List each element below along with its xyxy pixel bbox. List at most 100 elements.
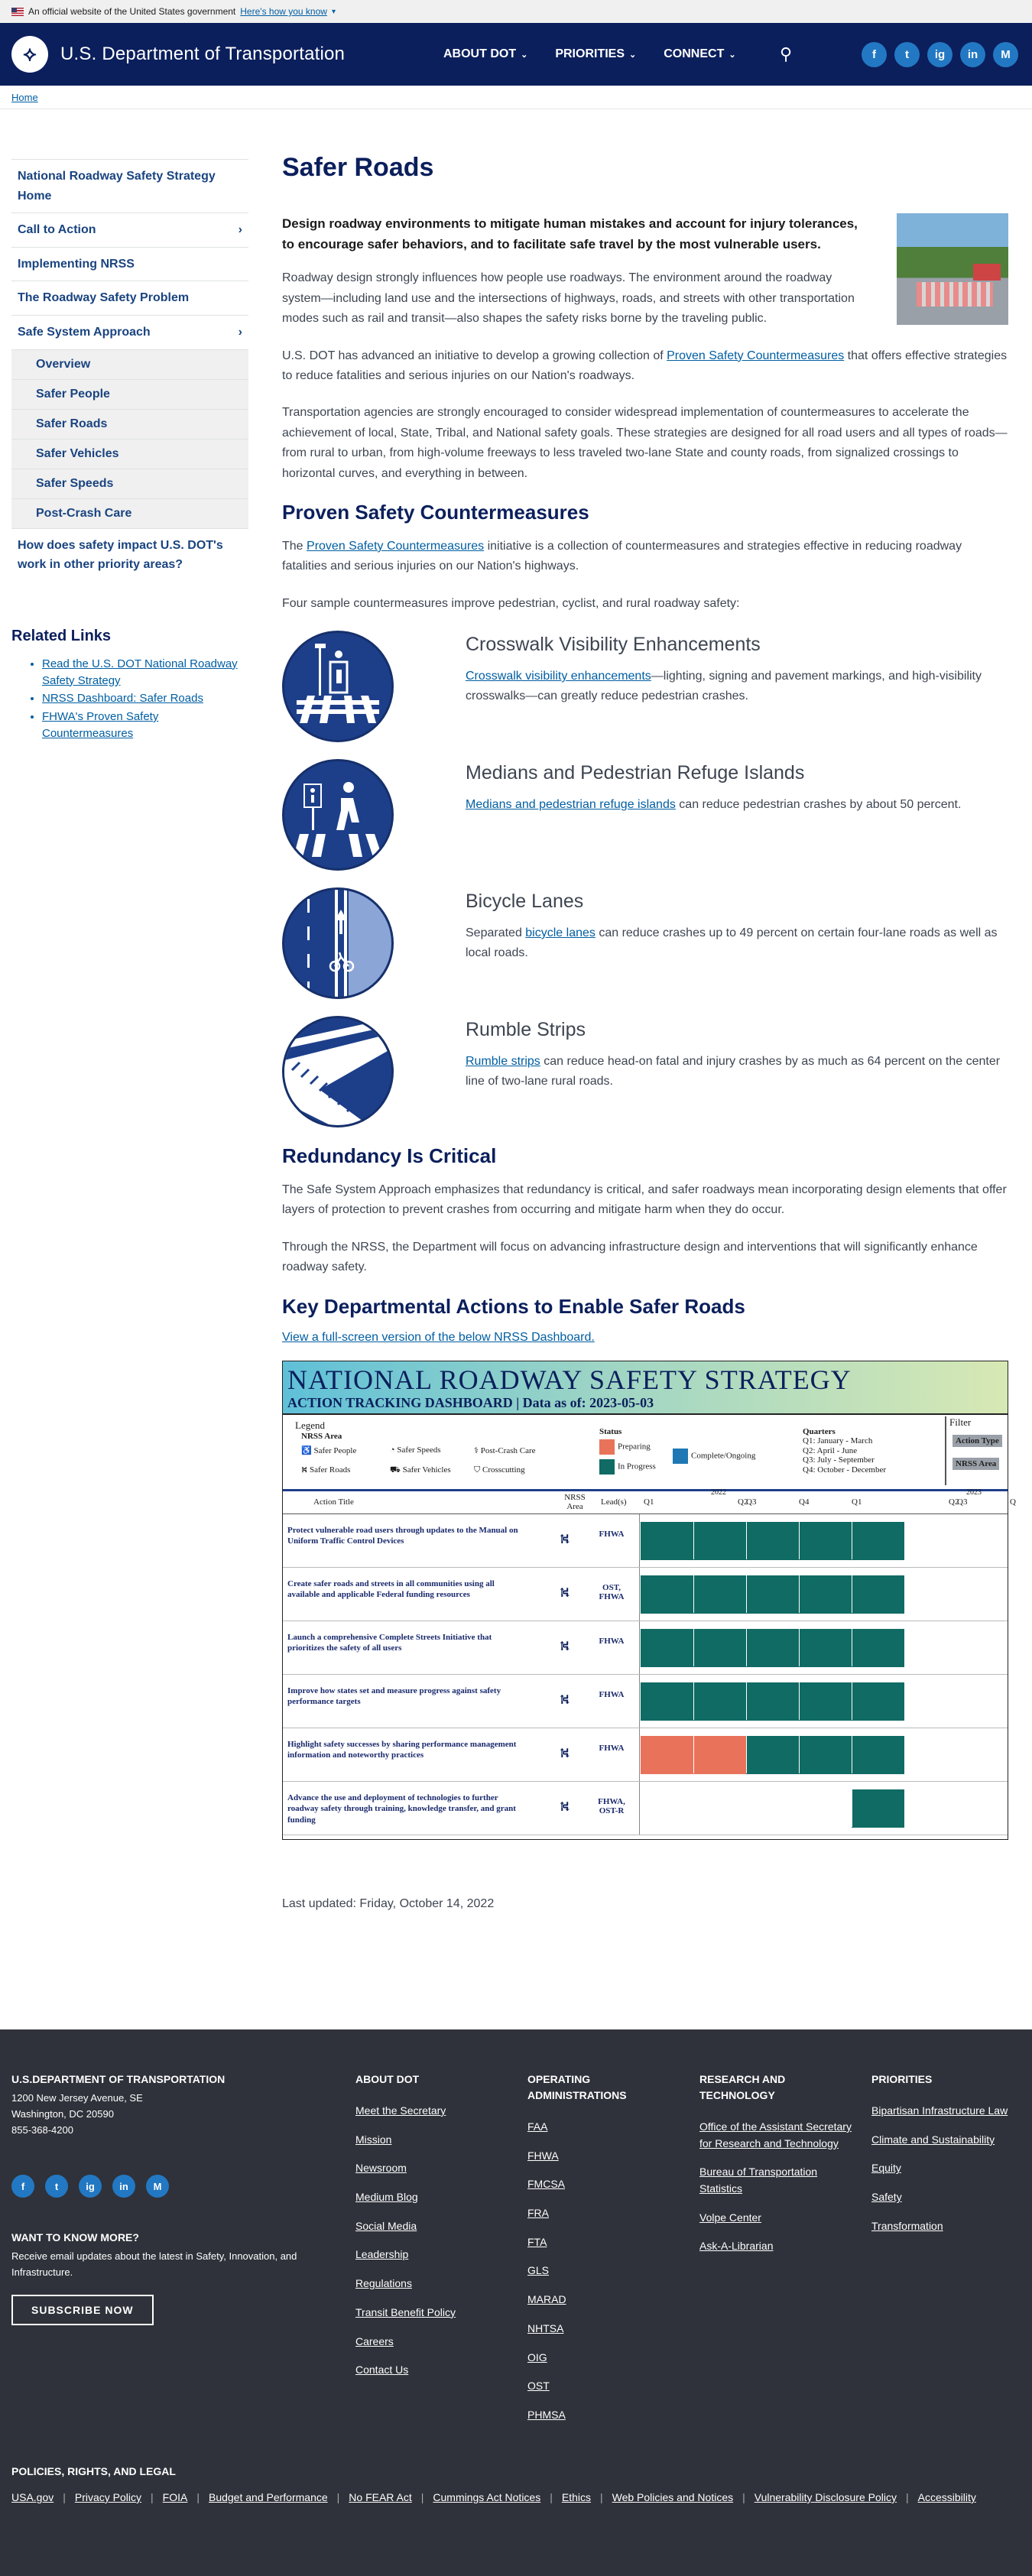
table-row[interactable]: Launch a comprehensive Complete Streets …	[283, 1621, 1008, 1675]
related-link-fhwa-psc[interactable]: FHWA's Proven Safety Countermeasures	[42, 710, 158, 740]
status-bar-in-progress[interactable]	[641, 1682, 904, 1721]
heres-how-you-know-link[interactable]: Here's how you know	[240, 6, 327, 17]
nav-about-dot[interactable]: ABOUT DOT ⌄	[443, 47, 527, 61]
status-bar-in-progress[interactable]	[641, 1629, 904, 1667]
sidebar-item-roadway-safety-problem[interactable]: The Roadway Safety Problem	[11, 281, 248, 315]
twitter-icon[interactable]: t	[894, 41, 920, 67]
table-row[interactable]: Create safer roads and streets in all co…	[283, 1568, 1008, 1621]
footer-link-about[interactable]: Contact Us	[355, 2362, 508, 2379]
linkedin-icon[interactable]: in	[112, 2175, 135, 2198]
status-bar-in-progress[interactable]	[746, 1736, 904, 1774]
nav-priorities[interactable]: PRIORITIES ⌄	[555, 47, 636, 61]
footer-link-about[interactable]: Newsroom	[355, 2160, 508, 2177]
footer-link-administration[interactable]: GLS	[527, 2263, 680, 2279]
related-link-dashboard[interactable]: NRSS Dashboard: Safer Roads	[42, 692, 203, 705]
status-bar-in-progress[interactable]	[641, 1575, 904, 1614]
footer-link-about[interactable]: Transit Benefit Policy	[355, 2305, 508, 2321]
footer-link-about[interactable]: Meet the Secretary	[355, 2103, 508, 2120]
sidebar-item-nrss-home[interactable]: National Roadway Safety Strategy Home	[11, 159, 248, 213]
footer-link-administration[interactable]: OST	[527, 2378, 680, 2395]
policy-link[interactable]: Budget and Performance	[209, 2491, 328, 2503]
footer-link-administration[interactable]: PHMSA	[527, 2407, 680, 2424]
text: The	[282, 539, 307, 553]
footer-link-priority[interactable]: Bipartisan Infrastructure Law	[871, 2103, 1024, 2120]
subscribe-button[interactable]: SUBSCRIBE NOW	[11, 2294, 154, 2325]
nrss-dashboard[interactable]: NATIONAL ROADWAY SAFETY STRATEGY ACTION …	[282, 1361, 1016, 1840]
policy-link[interactable]: Privacy Policy	[75, 2491, 141, 2503]
sidebar-subitem-overview[interactable]: Overview	[11, 349, 248, 379]
status-bar-in-progress[interactable]	[641, 1522, 904, 1560]
policy-link[interactable]: Web Policies and Notices	[612, 2491, 733, 2503]
table-row[interactable]: Protect vulnerable road users through up…	[283, 1514, 1008, 1568]
linkedin-icon[interactable]: in	[960, 41, 985, 67]
countermeasure-link[interactable]: Crosswalk visibility enhancements	[466, 670, 651, 683]
related-link-nrss[interactable]: Read the U.S. DOT National Roadway Safet…	[42, 657, 238, 687]
sidebar-item-call-to-action[interactable]: Call to Action ›	[11, 213, 248, 247]
countermeasure-link[interactable]: Rumble strips	[466, 1055, 540, 1068]
footer-link-about[interactable]: Mission	[355, 2132, 508, 2149]
filter-nrss-area-button[interactable]: NRSS Area	[952, 1458, 1000, 1470]
footer-link-priority[interactable]: Climate and Sustainability	[871, 2132, 1024, 2149]
policy-link[interactable]: Vulnerability Disclosure Policy	[755, 2491, 897, 2503]
countermeasure-link[interactable]: bicycle lanes	[525, 926, 596, 939]
text: Safer People	[313, 1446, 357, 1455]
sidebar-item-safe-system-approach[interactable]: Safe System Approach ›	[11, 314, 248, 349]
breadcrumb-home[interactable]: Home	[11, 92, 38, 103]
footer-link-priority[interactable]: Transformation	[871, 2218, 1024, 2235]
facebook-icon[interactable]: f	[11, 2175, 34, 2198]
footer-link-about[interactable]: Medium Blog	[355, 2189, 508, 2206]
footer-link-administration[interactable]: FRA	[527, 2205, 680, 2222]
sidebar-subitem-post-crash-care[interactable]: Post-Crash Care	[11, 498, 248, 528]
footer-link-about[interactable]: Careers	[355, 2334, 508, 2351]
policy-link[interactable]: Ethics	[562, 2491, 591, 2503]
sidebar-item-implementing-nrss[interactable]: Implementing NRSS	[11, 246, 248, 281]
policy-link[interactable]: No FEAR Act	[349, 2491, 411, 2503]
dashboard-fullscreen-link[interactable]: View a full-screen version of the below …	[282, 1331, 595, 1344]
footer-link-administration[interactable]: MARAD	[527, 2292, 680, 2308]
search-icon[interactable]: ⚲	[780, 44, 792, 64]
table-row[interactable]: Improve how states set and measure progr…	[283, 1675, 1008, 1728]
medium-icon[interactable]: M	[993, 41, 1018, 67]
sidebar-subitem-safer-vehicles[interactable]: Safer Vehicles	[11, 438, 248, 469]
filter-action-type-button[interactable]: Action Type	[952, 1435, 1002, 1447]
footer-link-research[interactable]: Ask-A-Librarian	[699, 2238, 860, 2255]
footer-link-research[interactable]: Bureau of Transportation Statistics	[699, 2164, 860, 2197]
sidebar-subitem-safer-people[interactable]: Safer People	[11, 378, 248, 409]
instagram-icon[interactable]: ig	[79, 2175, 102, 2198]
nav-connect[interactable]: CONNECT ⌄	[664, 47, 735, 61]
sidebar-subitem-safer-roads[interactable]: Safer Roads	[11, 408, 248, 439]
twitter-icon[interactable]: t	[45, 2175, 68, 2198]
footer-link-administration[interactable]: FMCSA	[527, 2176, 680, 2193]
instagram-icon[interactable]: ig	[927, 41, 952, 67]
footer-link-research[interactable]: Office of the Assistant Secretary for Re…	[699, 2119, 860, 2152]
table-row[interactable]: Advance the use and deployment of techno…	[283, 1782, 1008, 1835]
facebook-icon[interactable]: f	[862, 41, 887, 67]
psc-link[interactable]: Proven Safety Countermeasures	[307, 540, 484, 553]
footer-link-administration[interactable]: OIG	[527, 2350, 680, 2367]
table-row[interactable]: Highlight safety successes by sharing pe…	[283, 1728, 1008, 1782]
policy-link[interactable]: FOIA	[163, 2491, 188, 2503]
footer-link-research[interactable]: Volpe Center	[699, 2210, 860, 2227]
footer-link-about[interactable]: Leadership	[355, 2247, 508, 2263]
site-title[interactable]: U.S. Department of Transportation	[60, 44, 345, 65]
dot-logo-icon[interactable]: ⟡	[11, 36, 48, 73]
sidebar-item-priority-areas[interactable]: How does safety impact U.S. DOT's work i…	[11, 527, 248, 582]
psc-link[interactable]: Proven Safety Countermeasures	[667, 349, 844, 362]
policy-link[interactable]: USA.gov	[11, 2491, 54, 2503]
footer-link-about[interactable]: Social Media	[355, 2218, 508, 2235]
policy-link[interactable]: Accessibility	[918, 2491, 976, 2503]
footer-link-administration[interactable]: FAA	[527, 2119, 680, 2136]
related-link-list-item: Read the U.S. DOT National Roadway Safet…	[42, 656, 248, 689]
footer-link-administration[interactable]: NHTSA	[527, 2321, 680, 2338]
medium-icon[interactable]: M	[146, 2175, 169, 2198]
footer-link-priority[interactable]: Safety	[871, 2189, 1024, 2206]
footer-link-administration[interactable]: FTA	[527, 2234, 680, 2251]
footer-link-priority[interactable]: Equity	[871, 2160, 1024, 2177]
footer-link-administration[interactable]: FHWA	[527, 2148, 680, 2165]
policy-link[interactable]: Cummings Act Notices	[433, 2491, 540, 2503]
status-bar-in-progress[interactable]	[852, 1789, 904, 1828]
footer-link-about[interactable]: Regulations	[355, 2276, 508, 2292]
nav-label: PRIORITIES	[555, 47, 625, 60]
countermeasure-link[interactable]: Medians and pedestrian refuge islands	[466, 798, 676, 811]
sidebar-subitem-safer-speeds[interactable]: Safer Speeds	[11, 468, 248, 498]
